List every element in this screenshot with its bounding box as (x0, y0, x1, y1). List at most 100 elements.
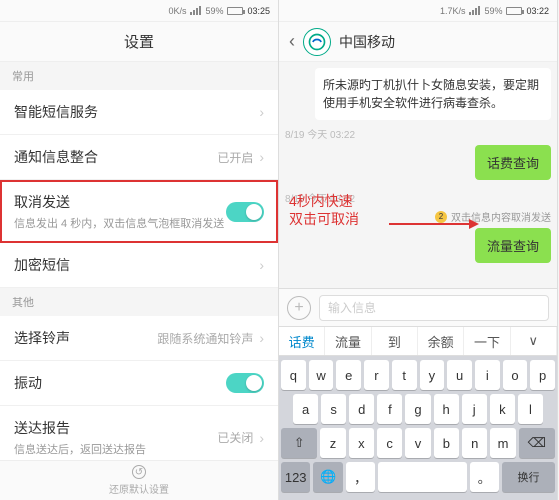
key-p[interactable]: p (530, 360, 555, 390)
item-vibrate[interactable]: 振动 (0, 361, 278, 406)
key-g[interactable]: g (405, 394, 430, 424)
key-e[interactable]: e (336, 360, 361, 390)
settings-header: 设置 (0, 22, 278, 62)
key-c[interactable]: c (377, 428, 402, 458)
annotation-line: 双击可取消 (289, 210, 359, 228)
key-k[interactable]: k (490, 394, 515, 424)
key-l[interactable]: l (518, 394, 543, 424)
key-b[interactable]: b (434, 428, 459, 458)
key-m[interactable]: m (490, 428, 515, 458)
restore-defaults[interactable]: 还原默认设置 (0, 460, 278, 500)
key-i[interactable]: i (475, 360, 500, 390)
chat-panel: 1.7K/s 59% 03:22 ‹ 中国移动 所未源旳丁机扒什卜女随息安装，要… (279, 0, 558, 500)
key-f[interactable]: f (377, 394, 402, 424)
suggestion-item[interactable]: 余额 (418, 327, 464, 355)
add-icon[interactable]: + (287, 296, 311, 320)
restore-icon (132, 465, 146, 479)
input-bar: + 输入信息 (279, 288, 557, 326)
annotation-text: 4秒内快速 双击可取消 (289, 192, 359, 228)
key-v[interactable]: v (405, 428, 430, 458)
key-t[interactable]: t (392, 360, 417, 390)
settings-panel: 0K/s 59% 03:25 设置 常用 智能短信服务 › 通知信息整合 已开启… (0, 0, 279, 500)
toggle-vibrate[interactable] (226, 373, 264, 393)
status-bar: 1.7K/s 59% 03:22 (279, 0, 557, 22)
period-key[interactable]: 。 (470, 462, 499, 492)
suggestion-item[interactable]: 话费 (279, 327, 325, 355)
chevron-icon: › (259, 149, 264, 165)
item-title: 加密短信 (14, 255, 259, 275)
suggestion-item[interactable]: 流量 (325, 327, 371, 355)
keyboard: qwertyuiop asdfghjkl ⇧ zxcvbnm ⌫ 123 🌐 ，… (279, 356, 557, 500)
item-notification[interactable]: 通知信息整合 已开启› (0, 135, 278, 180)
key-j[interactable]: j (462, 394, 487, 424)
status-time: 03:22 (526, 6, 549, 16)
net-speed: 0K/s (168, 6, 186, 16)
space-key[interactable] (378, 462, 466, 492)
message-input[interactable]: 输入信息 (319, 295, 549, 321)
key-w[interactable]: w (309, 360, 334, 390)
status-time: 03:25 (247, 6, 270, 16)
incoming-message[interactable]: 所未源旳丁机扒什卜女随息安装，要定期使用手机安全软件进行病毒查杀。 (315, 68, 551, 120)
key-n[interactable]: n (462, 428, 487, 458)
battery-icon (227, 7, 243, 15)
item-ringtone[interactable]: 选择铃声 跟随系统通知铃声› (0, 316, 278, 361)
item-value: 已关闭 (217, 429, 253, 446)
delete-key[interactable]: ⌫ (519, 428, 555, 458)
chevron-icon: › (259, 257, 264, 273)
item-title: 智能短信服务 (14, 102, 259, 122)
outgoing-message[interactable]: 流量查询 (475, 228, 551, 263)
chevron-icon: › (259, 430, 264, 446)
return-key[interactable]: 换行 (502, 462, 555, 492)
chat-title: 中国移动 (339, 32, 395, 52)
battery-percent: 59% (484, 6, 502, 16)
key-z[interactable]: z (320, 428, 345, 458)
section-other: 其他 (0, 288, 278, 316)
toggle-cancel-send[interactable] (226, 202, 264, 222)
suggestion-more[interactable]: ∨ (511, 327, 557, 355)
key-r[interactable]: r (364, 360, 389, 390)
battery-icon (506, 7, 522, 15)
key-s[interactable]: s (321, 394, 346, 424)
footer-label: 还原默认设置 (109, 481, 169, 496)
item-title: 振动 (14, 373, 226, 393)
annotation-line: 4秒内快速 (289, 192, 359, 210)
key-d[interactable]: d (349, 394, 374, 424)
settings-list: 常用 智能短信服务 › 通知信息整合 已开启› 取消发送 信息发出 4 秒内，双… (0, 62, 278, 460)
item-encrypt[interactable]: 加密短信 › (0, 243, 278, 288)
key-u[interactable]: u (447, 360, 472, 390)
item-cancel-send[interactable]: 取消发送 信息发出 4 秒内，双击信息气泡框取消发送 (0, 180, 278, 243)
item-subtitle: 信息发出 4 秒内，双击信息气泡框取消发送 (14, 215, 226, 231)
section-common: 常用 (0, 62, 278, 90)
timestamp: 8/19 今天 03:22 (285, 126, 551, 141)
chat-body: 所未源旳丁机扒什卜女随息安装，要定期使用手机安全软件进行病毒查杀。 8/19 今… (279, 62, 557, 288)
chat-header: ‹ 中国移动 (279, 22, 557, 62)
page-title: 设置 (124, 31, 154, 52)
back-icon[interactable]: ‹ (289, 31, 295, 52)
item-subtitle: 信息送达后，返回送达报告 (14, 441, 217, 457)
key-a[interactable]: a (293, 394, 318, 424)
suggestion-bar: 话费 流量 到 余额 一下 ∨ (279, 326, 557, 356)
item-title: 取消发送 (14, 192, 226, 212)
signal-icon (190, 6, 201, 15)
key-x[interactable]: x (349, 428, 374, 458)
china-mobile-logo-icon (303, 28, 331, 56)
battery-percent: 59% (205, 6, 223, 16)
item-delivery-report[interactable]: 送达报告 信息送达后，返回送达报告 已关闭› (0, 406, 278, 460)
shift-key[interactable]: ⇧ (281, 428, 317, 458)
outgoing-message[interactable]: 话费查询 (475, 145, 551, 180)
suggestion-item[interactable]: 一下 (464, 327, 510, 355)
item-title: 选择铃声 (14, 328, 157, 348)
numeric-key[interactable]: 123 (281, 462, 310, 492)
chevron-icon: › (259, 104, 264, 120)
comma-key[interactable]: ， (346, 462, 375, 492)
key-h[interactable]: h (434, 394, 459, 424)
globe-key[interactable]: 🌐 (313, 462, 342, 492)
suggestion-item[interactable]: 到 (372, 327, 418, 355)
key-y[interactable]: y (420, 360, 445, 390)
key-q[interactable]: q (281, 360, 306, 390)
net-speed: 1.7K/s (440, 6, 466, 16)
arrow-icon (389, 214, 479, 234)
item-smart-sms[interactable]: 智能短信服务 › (0, 90, 278, 135)
key-o[interactable]: o (503, 360, 528, 390)
item-value: 跟随系统通知铃声 (157, 330, 253, 347)
